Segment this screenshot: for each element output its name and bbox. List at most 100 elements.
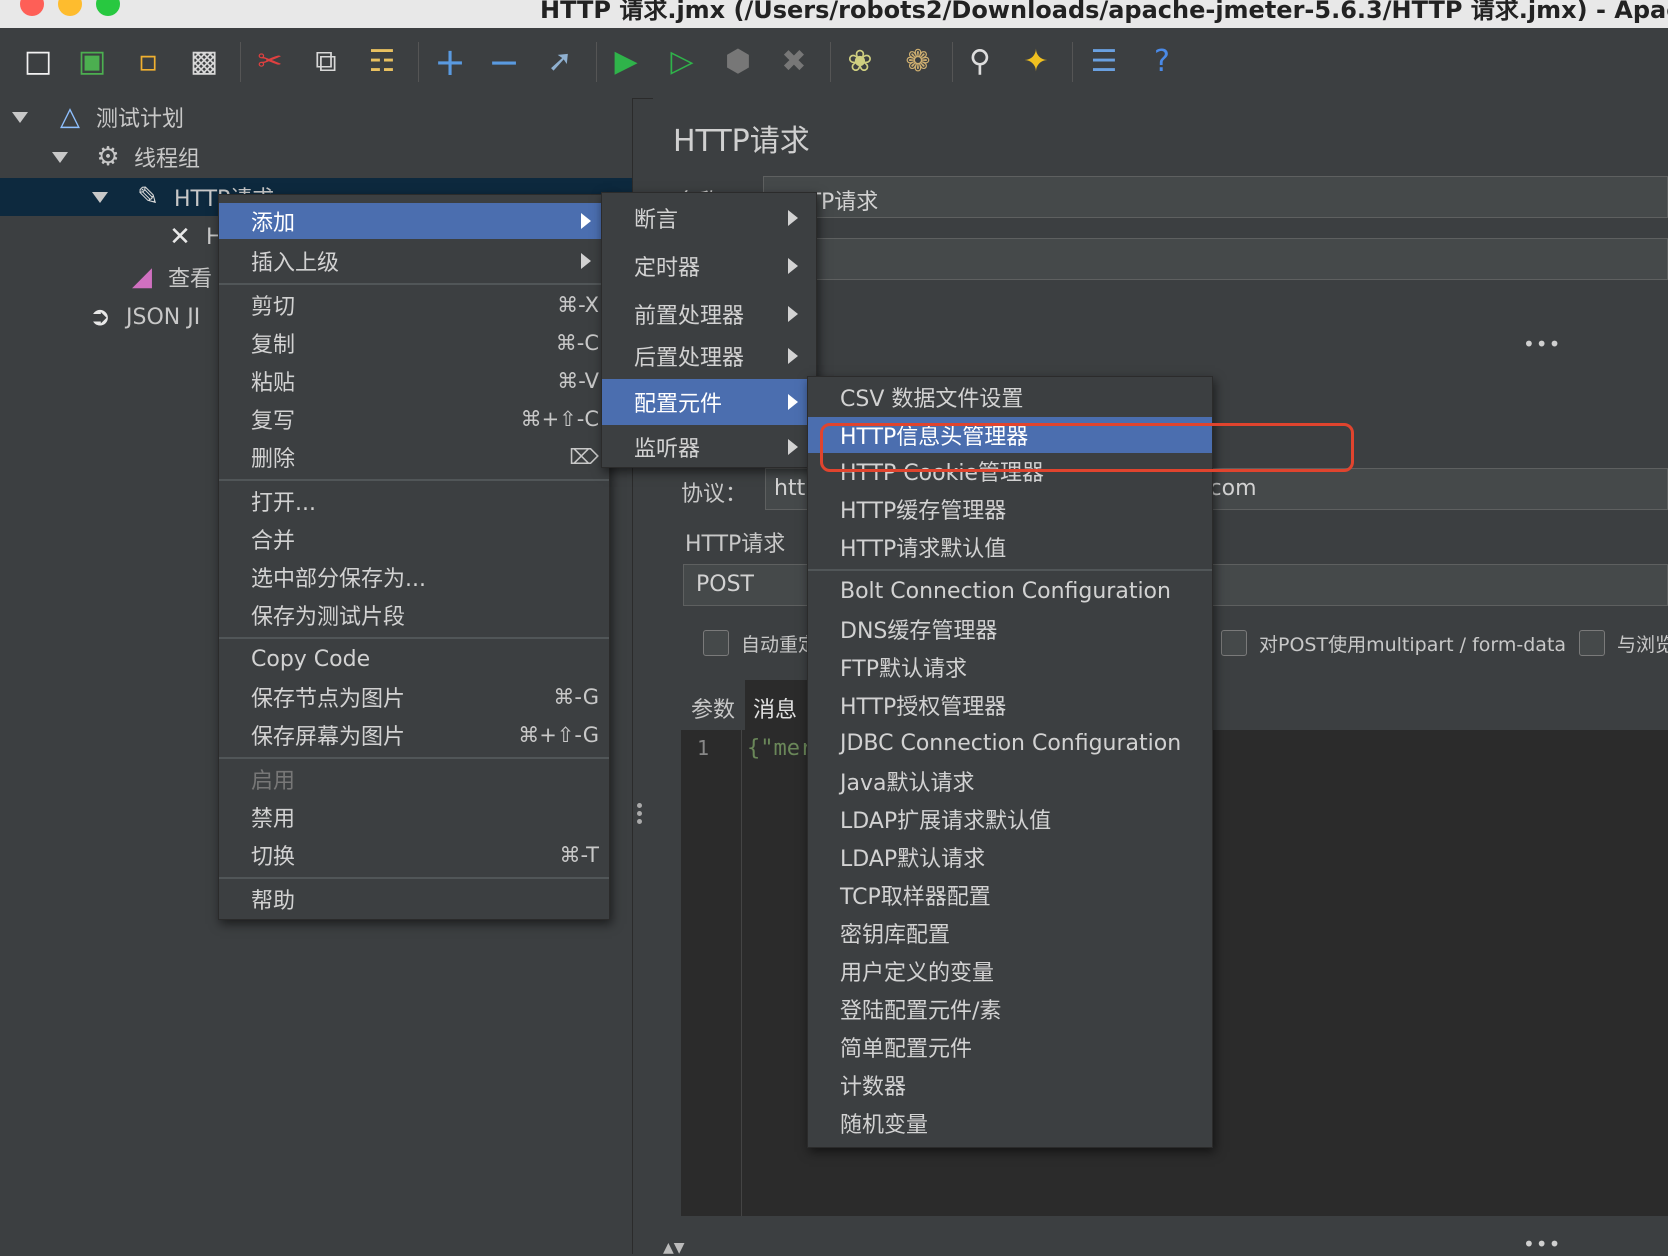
close-window-button[interactable] — [20, 0, 44, 16]
submenu-arrow-icon — [581, 253, 591, 269]
config-item-http-request-defaults[interactable]: HTTP请求默认值 — [808, 529, 1212, 565]
tree-node-test-plan[interactable]: △ 测试计划 — [0, 98, 632, 136]
copy-icon[interactable]: ⧉ — [304, 40, 348, 84]
menu-item-help[interactable]: 帮助 — [219, 881, 609, 917]
menu-item-open[interactable]: 打开... — [219, 483, 609, 519]
menu-item-paste[interactable]: 粘贴 ⌘-V — [219, 363, 609, 399]
stop-icon[interactable]: ⬢ — [716, 40, 760, 84]
config-item-java-defaults[interactable]: Java默认请求 — [808, 763, 1212, 799]
submenu-item-post-processors[interactable]: 后置处理器 — [602, 335, 816, 377]
config-item-http-auth-manager[interactable]: HTTP授权管理器 — [808, 687, 1212, 723]
config-item-user-defined-variables[interactable]: 用户定义的变量 — [808, 953, 1212, 989]
submenu-arrow-icon — [788, 306, 798, 322]
chart-icon: ◢ — [132, 262, 152, 292]
zoom-window-button[interactable] — [96, 0, 120, 16]
config-item-http-cache-manager[interactable]: HTTP缓存管理器 — [808, 491, 1212, 527]
tree-node-label: JSON JI — [126, 304, 201, 330]
submenu-arrow-icon — [788, 439, 798, 455]
menu-item-save-as-test-fragment[interactable]: 保存为测试片段 — [219, 597, 609, 633]
line-number-gutter: 1 — [681, 730, 742, 1216]
shutdown-icon[interactable]: ✖ — [772, 40, 816, 84]
menu-item-cut[interactable]: 剪切 ⌘-X — [219, 287, 609, 323]
submenu-item-timers[interactable]: 定时器 — [602, 245, 816, 287]
clear-icon[interactable]: ❀ — [838, 40, 882, 84]
menu-item-copy-code[interactable]: Copy Code — [219, 641, 609, 677]
menu-item-disable[interactable]: 禁用 — [219, 799, 609, 835]
expand-arrow-icon[interactable] — [12, 111, 28, 123]
submenu-arrow-icon — [788, 258, 798, 274]
toggle-icon[interactable]: ➚ — [538, 40, 582, 84]
tree-node-label: 线程组 — [134, 147, 201, 172]
submenu-item-pre-processors[interactable]: 前置处理器 — [602, 293, 816, 335]
menu-item-duplicate[interactable]: 复写 ⌘+⇧-C — [219, 401, 609, 437]
menu-item-add[interactable]: 添加 — [219, 203, 609, 239]
browser-compat-checkbox[interactable] — [1579, 630, 1605, 656]
tree-node-label: 测试计划 — [96, 107, 185, 132]
submenu-arrow-icon — [788, 394, 798, 410]
submenu-item-assertions[interactable]: 断言 — [602, 197, 816, 239]
menu-item-insert-parent[interactable]: 插入上级 — [219, 243, 609, 279]
multipart-checkbox[interactable] — [1221, 630, 1247, 656]
help-icon[interactable]: ? — [1140, 40, 1184, 84]
menu-item-save-screen-image[interactable]: 保存屏幕为图片 ⌘+⇧-G — [219, 717, 609, 753]
templates-icon[interactable]: ▣ — [70, 40, 114, 84]
new-icon[interactable]: □ — [16, 40, 60, 84]
start-icon[interactable]: ▶ — [604, 40, 648, 84]
config-item-dns-cache-manager[interactable]: DNS缓存管理器 — [808, 611, 1212, 647]
menu-item-save-selection-as[interactable]: 选中部分保存为... — [219, 559, 609, 595]
config-item-ftp-defaults[interactable]: FTP默认请求 — [808, 649, 1212, 685]
tab-parameters[interactable]: 参数 — [691, 692, 735, 724]
splitter-handle[interactable] — [636, 800, 642, 836]
open-icon[interactable]: ▫ — [126, 40, 170, 84]
more-dots-bottom-icon[interactable]: ••• — [1523, 1232, 1561, 1256]
config-item-keystore-config[interactable]: 密钥库配置 — [808, 915, 1212, 951]
menu-item-copy[interactable]: 复制 ⌘-C — [219, 325, 609, 361]
expand-icon[interactable]: + — [428, 40, 472, 84]
save-icon[interactable]: ▩ — [182, 40, 226, 84]
menu-item-toggle[interactable]: 切换 ⌘-T — [219, 837, 609, 873]
config-item-simple-config[interactable]: 简单配置元件 — [808, 1029, 1212, 1065]
config-item-bolt-connection[interactable]: Bolt Connection Configuration — [808, 573, 1212, 609]
comments-field[interactable] — [763, 238, 1668, 280]
submenu-arrow-icon — [581, 213, 591, 229]
config-tools-icon: ✕ — [169, 222, 191, 252]
paste-icon[interactable]: ☶ — [360, 40, 404, 84]
config-item-csv-data-set[interactable]: CSV 数据文件设置 — [808, 379, 1212, 415]
document-arrow-icon: ➲ — [89, 302, 111, 332]
reset-search-icon[interactable]: ✦ — [1014, 40, 1058, 84]
browser-compat-label: 与浏览 — [1617, 634, 1668, 656]
more-dots-icon[interactable]: ••• — [1523, 332, 1561, 356]
function-helper-icon[interactable]: ☰ — [1082, 40, 1126, 84]
search-icon[interactable]: ⚲ — [958, 40, 1002, 84]
clear-all-icon[interactable]: ❁ — [896, 40, 940, 84]
test-plan-icon: △ — [60, 102, 80, 132]
http-request-section-label: HTTP请求 — [685, 532, 786, 557]
expand-arrow-icon[interactable] — [52, 151, 68, 163]
config-item-login-config[interactable]: 登陆配置元件/素 — [808, 991, 1212, 1027]
collapse-icon[interactable]: − — [482, 40, 526, 84]
start-no-pause-icon[interactable]: ▷ — [660, 40, 704, 84]
auto-redirect-checkbox[interactable] — [703, 630, 729, 656]
name-field[interactable]: HTTP请求 — [763, 176, 1668, 218]
config-item-ldap-defaults[interactable]: LDAP默认请求 — [808, 839, 1212, 875]
tree-node-thread-group[interactable]: ⚙ 线程组 — [0, 138, 632, 176]
multipart-label: 对POST使用multipart / form-data — [1259, 634, 1567, 656]
window-title: HTTP 请求.jmx (/Users/robots2/Downloads/ap… — [540, 0, 1668, 24]
cut-icon[interactable]: ✂ — [248, 40, 292, 84]
menu-item-merge[interactable]: 合并 — [219, 521, 609, 557]
toolbar: □ ▣ ▫ ▩ ✂ ⧉ ☶ + − ➚ ▶ ▷ ⬢ ✖ ❀ ❁ ⚲ ✦ ☰ ? — [0, 28, 1668, 99]
menu-item-save-node-image[interactable]: 保存节点为图片 ⌘-G — [219, 679, 609, 715]
submenu-item-listeners[interactable]: 监听器 — [602, 427, 816, 467]
menu-item-enable: 启用 — [251, 769, 296, 794]
submenu-item-config-elements[interactable]: 配置元件 — [602, 379, 816, 425]
menu-item-delete[interactable]: 删除 ⌦ — [219, 439, 609, 475]
submenu-arrow-icon — [788, 210, 798, 226]
config-item-jdbc-connection[interactable]: JDBC Connection Configuration — [808, 725, 1212, 761]
config-item-tcp-sampler-config[interactable]: TCP取样器配置 — [808, 877, 1212, 913]
config-item-counter[interactable]: 计数器 — [808, 1067, 1212, 1103]
expand-arrow-icon[interactable] — [92, 191, 108, 203]
minimize-window-button[interactable] — [58, 0, 82, 16]
add-submenu: 断言 定时器 前置处理器 后置处理器 配置元件 监听器 — [601, 192, 817, 468]
config-item-random-variable[interactable]: 随机变量 — [808, 1105, 1212, 1141]
config-item-ldap-extended-defaults[interactable]: LDAP扩展请求默认值 — [808, 801, 1212, 837]
